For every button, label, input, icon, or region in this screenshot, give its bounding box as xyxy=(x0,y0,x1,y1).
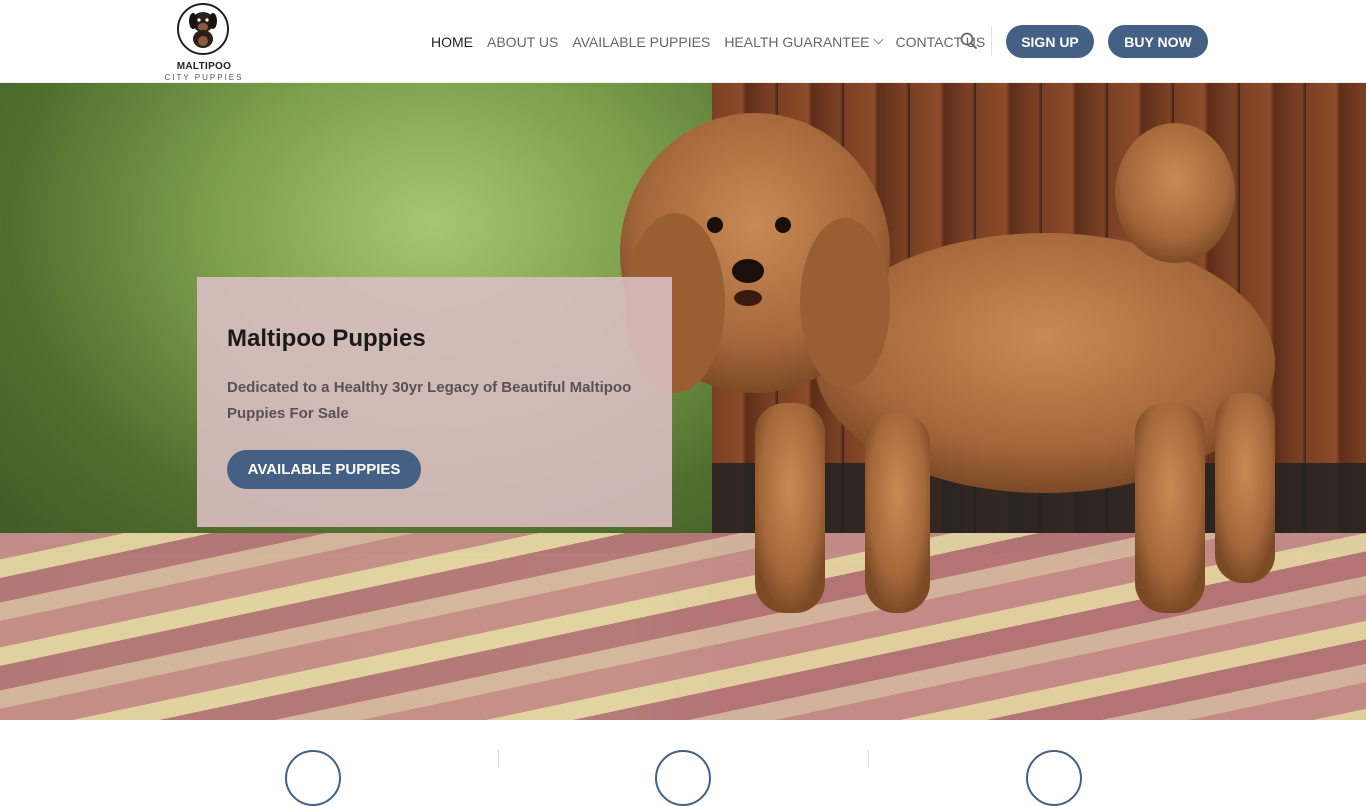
features-strip xyxy=(0,720,1366,806)
feature-icon-2 xyxy=(655,750,711,806)
hero-banner: Maltipoo Puppies Dedicated to a Healthy … xyxy=(0,83,1366,720)
logo-name: MALTIPOO xyxy=(176,61,232,72)
nav-about-us[interactable]: ABOUT US xyxy=(487,34,558,50)
hero-title: Maltipoo Puppies xyxy=(227,325,426,352)
dog-logo-icon xyxy=(177,3,229,55)
search-icon[interactable] xyxy=(960,32,977,49)
available-puppies-button[interactable]: AVAILABLE PUPPIES xyxy=(227,450,421,489)
site-header: MALTIPOO CITY PUPPIES HOME ABOUT US AVAI… xyxy=(0,0,1366,83)
buy-now-button[interactable]: BUY NOW xyxy=(1108,25,1208,58)
header-divider xyxy=(991,26,992,56)
nav-home[interactable]: HOME xyxy=(431,34,473,50)
chevron-down-icon xyxy=(873,34,883,45)
hero-description: Dedicated to a Healthy 30yr Legacy of Be… xyxy=(227,379,632,422)
nav-available-puppies[interactable]: AVAILABLE PUPPIES xyxy=(572,34,710,50)
nav-health-guarantee-label: HEALTH GUARANTEE xyxy=(724,33,870,50)
nav-health-guarantee[interactable]: HEALTH GUARANTEE xyxy=(724,33,883,50)
feature-icon-3 xyxy=(1026,750,1082,806)
main-nav: HOME ABOUT US AVAILABLE PUPPIES HEALTH G… xyxy=(424,0,992,83)
feature-icon-1 xyxy=(285,750,341,806)
feature-divider xyxy=(868,750,869,768)
site-logo[interactable]: MALTIPOO CITY PUPPIES xyxy=(158,0,250,83)
hero-content-box: Maltipoo Puppies Dedicated to a Healthy … xyxy=(197,277,672,527)
logo-tagline: CITY PUPPIES xyxy=(164,73,244,82)
puppy-image xyxy=(620,113,1275,613)
sign-up-button[interactable]: SIGN UP xyxy=(1006,25,1094,58)
feature-divider xyxy=(498,750,499,768)
